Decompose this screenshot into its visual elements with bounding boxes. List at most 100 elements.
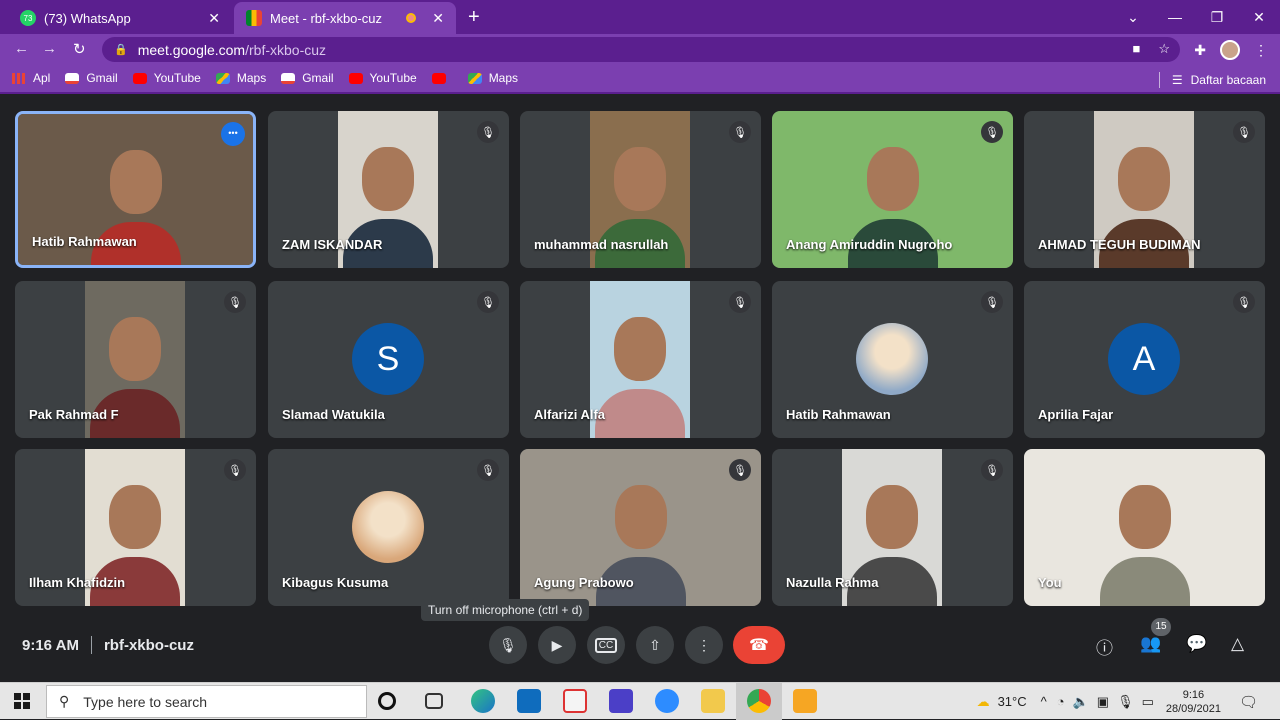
chat-button[interactable]: 💬 bbox=[1186, 634, 1207, 654]
maps-icon bbox=[467, 72, 482, 84]
bookmarks-bar: Apl Gmail YouTube Maps Gmail YouTube Map… bbox=[0, 64, 1280, 94]
extensions-puzzle-icon[interactable]: ✚ bbox=[1194, 42, 1206, 59]
new-tab-button[interactable]: + bbox=[468, 6, 480, 29]
people-button[interactable]: 👥 bbox=[1140, 634, 1161, 654]
bookmark-maps[interactable]: Maps bbox=[215, 71, 266, 85]
camera-button[interactable]: ▶ bbox=[538, 626, 576, 664]
participant-tile[interactable]: ••• Hatib Rahmawan bbox=[15, 111, 256, 268]
lock-icon[interactable]: 🔒 bbox=[114, 43, 128, 56]
tab-meet[interactable]: Meet - rbf-xkbo-cuz ✕ bbox=[234, 2, 456, 34]
volume-icon[interactable]: 🔈 bbox=[1073, 694, 1089, 710]
participant-tile[interactable]: 🎙 Hatib Rahmawan bbox=[772, 281, 1013, 438]
back-button[interactable]: ← bbox=[14, 40, 29, 57]
mail-icon[interactable] bbox=[517, 689, 541, 713]
notifications-icon[interactable]: 🗨 bbox=[1239, 693, 1258, 711]
participant-name: Aprilia Fajar bbox=[1038, 407, 1114, 422]
bookmark-youtube-2[interactable]: YouTube bbox=[348, 71, 417, 85]
reload-button[interactable]: ↻ bbox=[73, 40, 86, 58]
meeting-info-button[interactable]: ⓘ bbox=[1096, 634, 1113, 659]
minimize-button[interactable]: — bbox=[1154, 9, 1196, 25]
camera-in-use-icon[interactable]: ■ bbox=[1132, 41, 1140, 57]
participant-avatar: S bbox=[352, 323, 424, 395]
participant-tile[interactable]: 🎙 ZAM ISKANDAR bbox=[268, 111, 509, 268]
participant-tile[interactable]: A 🎙 Aprilia Fajar bbox=[1024, 281, 1265, 438]
task-view-icon[interactable] bbox=[425, 693, 443, 709]
activities-button[interactable]: △ bbox=[1231, 634, 1244, 654]
participant-tile[interactable]: 🎙 Kibagus Kusuma bbox=[268, 449, 509, 606]
participant-name: You bbox=[1038, 575, 1062, 590]
bookmark-gmail-2[interactable]: Gmail bbox=[281, 71, 334, 85]
bookmark-maps-2[interactable]: Maps bbox=[467, 71, 518, 85]
call-controls-bar: 9:16 AM rbf-xkbo-cuz 🎙 ▶ CC ⇧ ⋮ ☎ ⓘ 👥 15… bbox=[0, 618, 1280, 682]
reading-list-label: Daftar bacaan bbox=[1190, 73, 1266, 87]
weather-icon[interactable]: ☁ bbox=[977, 694, 990, 710]
paint-icon[interactable] bbox=[563, 689, 587, 713]
microphone-tray-icon[interactable]: 🎙 bbox=[1117, 694, 1134, 710]
cortana-icon[interactable] bbox=[378, 692, 396, 710]
menu-kebab-icon[interactable]: ⋮ bbox=[1254, 42, 1268, 59]
battery-icon[interactable]: ▭ bbox=[1142, 694, 1154, 710]
show-hidden-icons-icon[interactable]: ^ bbox=[1041, 694, 1047, 709]
participant-tile[interactable]: 🎙 Alfarizi Alfa bbox=[520, 281, 761, 438]
bookmark-star-icon[interactable]: ☆ bbox=[1158, 41, 1170, 57]
close-window-button[interactable]: ✕ bbox=[1238, 9, 1280, 26]
forward-button[interactable]: → bbox=[42, 40, 57, 57]
muted-mic-icon: 🎙 bbox=[981, 121, 1003, 143]
bookmark-apl[interactable]: Apl bbox=[12, 71, 50, 85]
bookmark-gmail[interactable]: Gmail bbox=[65, 71, 118, 85]
search-placeholder: Type here to search bbox=[83, 693, 208, 710]
participant-name: AHMAD TEGUH BUDIMAN bbox=[1038, 237, 1201, 252]
camera-tray-icon[interactable]: ▣ bbox=[1097, 694, 1109, 710]
muted-mic-icon: 🎙 bbox=[477, 121, 499, 143]
participant-tile[interactable]: 🎙 muhammad nasrullah bbox=[520, 111, 761, 268]
file-explorer-icon[interactable] bbox=[701, 689, 725, 713]
participant-tile[interactable]: 🎙 Agung Prabowo bbox=[520, 449, 761, 606]
restore-button[interactable]: ❐ bbox=[1196, 9, 1238, 26]
participant-tile[interactable]: S 🎙 Slamad Watukila bbox=[268, 281, 509, 438]
present-button[interactable]: ⇧ bbox=[636, 626, 674, 664]
tab-whatsapp[interactable]: 73 (73) WhatsApp ✕ bbox=[8, 2, 232, 34]
muted-mic-icon: 🎙 bbox=[224, 459, 246, 481]
profile-avatar[interactable] bbox=[1220, 40, 1240, 60]
address-bar[interactable]: 🔒 meet.google.com/rbf-xkbo-cuz ■ ☆ bbox=[102, 37, 1180, 62]
mic-button[interactable]: 🎙 bbox=[489, 626, 527, 664]
participant-tile[interactable]: 🎙 Ilham Khafidzin bbox=[15, 449, 256, 606]
app-pinned-icon[interactable] bbox=[793, 689, 817, 713]
youtube-icon bbox=[431, 72, 446, 84]
app-icon[interactable] bbox=[609, 689, 633, 713]
participant-tile[interactable]: 🎙 Nazulla Rahma bbox=[772, 449, 1013, 606]
meeting-details: 9:16 AM rbf-xkbo-cuz bbox=[22, 636, 194, 654]
tab-search-icon[interactable]: ⌄ bbox=[1112, 9, 1154, 26]
mic-tooltip: Turn off microphone (ctrl + d) bbox=[421, 599, 590, 621]
weather-temp[interactable]: 31°C bbox=[998, 694, 1027, 709]
participant-name: Kibagus Kusuma bbox=[282, 575, 389, 590]
chrome-icon[interactable] bbox=[747, 689, 771, 713]
participant-tile[interactable]: 🎙 AHMAD TEGUH BUDIMAN bbox=[1024, 111, 1265, 268]
leave-call-button[interactable]: ☎ bbox=[733, 626, 785, 664]
reading-list[interactable]: ☰ Daftar bacaan bbox=[1158, 72, 1266, 88]
bookmark-youtube-3[interactable] bbox=[431, 72, 453, 84]
captions-button[interactable]: CC bbox=[587, 626, 625, 664]
edge-browser-icon[interactable] bbox=[471, 689, 495, 713]
taskbar-clock[interactable]: 9:16 28/09/2021 bbox=[1166, 688, 1221, 716]
close-tab-icon[interactable]: ✕ bbox=[208, 10, 220, 27]
close-tab-icon[interactable]: ✕ bbox=[432, 10, 444, 27]
participant-count-badge: 15 bbox=[1151, 618, 1171, 636]
zoom-icon[interactable] bbox=[655, 689, 679, 713]
more-options-button[interactable]: ⋮ bbox=[685, 626, 723, 664]
wifi-icon[interactable]: ◔ bbox=[1057, 694, 1065, 709]
participant-name: Agung Prabowo bbox=[534, 575, 634, 590]
participant-face bbox=[614, 317, 666, 381]
participant-tile[interactable]: You bbox=[1024, 449, 1265, 606]
taskbar-search-input[interactable]: ⚲ Type here to search bbox=[46, 685, 367, 718]
more-options-icon[interactable]: ••• bbox=[221, 122, 245, 146]
bookmark-youtube[interactable]: YouTube bbox=[132, 71, 201, 85]
windows-start-icon[interactable] bbox=[14, 693, 30, 709]
participant-name: Hatib Rahmawan bbox=[32, 234, 137, 249]
participant-face bbox=[109, 317, 161, 381]
participant-tile[interactable]: 🎙 Pak Rahmad F bbox=[15, 281, 256, 438]
participant-name: Hatib Rahmawan bbox=[786, 407, 891, 422]
participant-name: Nazulla Rahma bbox=[786, 575, 879, 590]
participant-body bbox=[595, 389, 685, 438]
participant-tile[interactable]: 🎙 Anang Amiruddin Nugroho bbox=[772, 111, 1013, 268]
